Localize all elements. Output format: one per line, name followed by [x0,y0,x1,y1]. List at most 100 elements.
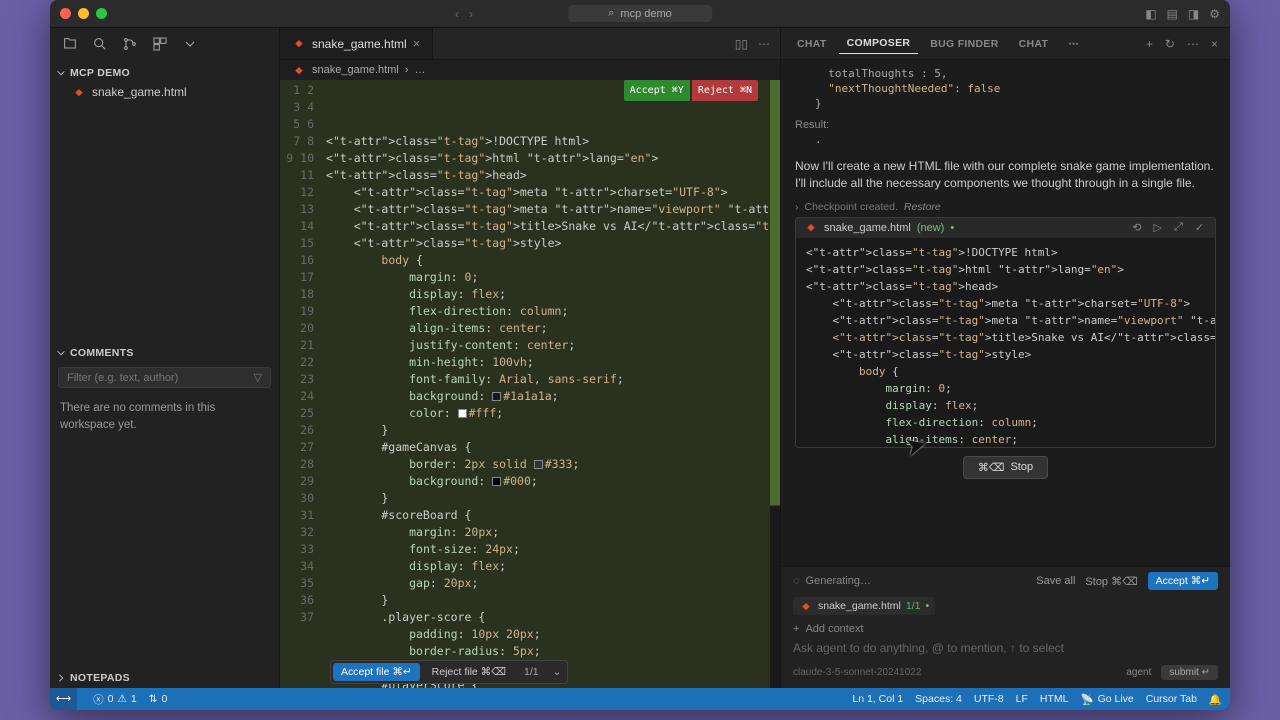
code-pane[interactable]: Accept ⌘Y Reject ⌘N <"t-attr">class="t-t… [326,80,770,688]
preview-apply-icon[interactable]: ✓ [1192,221,1207,234]
filter-placeholder: Filter (e.g. text, author) [67,372,178,384]
preview-expand-icon[interactable]: ⤢ [1171,221,1186,234]
preview-filename[interactable]: snake_game.html [824,222,911,234]
diff-accept-button[interactable]: Accept ⌘Y [624,80,690,101]
comments-header[interactable]: COMMENTS [50,343,279,363]
titlebar: ‹ › ⌕ mcp demo ◧ ▤ ◨ ⚙ [50,0,1230,28]
tab-bug-finder[interactable]: BUG FINDER [922,34,1006,54]
errors-item[interactable]: ⓧ0 ⚠1 [93,692,137,707]
checkpoint-label: Checkpoint created. [805,201,898,213]
diff-reject-button[interactable]: Reject ⌘N [692,80,758,101]
statusbar-right: Ln 1, Col 1 Spaces: 4 UTF-8 LF HTML 📡Go … [852,693,1222,706]
html-file-icon: ◆ [72,85,86,99]
editor-tab-actions: ▯▯ ⋯ [725,37,780,51]
restore-checkpoint-link[interactable]: Restore [904,201,941,213]
chevron-down-icon[interactable] [182,36,198,55]
settings-gear-icon[interactable]: ⚙ [1209,7,1220,21]
code-preview-body[interactable]: <"t-attr">class="t-tag">!DOCTYPE html> <… [795,238,1216,448]
nav-forward-icon[interactable]: › [469,7,473,21]
sidebar: MCP DEMO ◆ snake_game.html COMMENTS Filt… [50,28,280,688]
line-gutter: 1 2 3 4 5 6 7 8 9 10 11 12 13 14 15 16 1… [280,80,326,688]
accept-file-button[interactable]: Accept file ⌘↵ [333,663,420,681]
preview-action-icon[interactable]: ⟲ [1129,221,1144,234]
preview-action-icon[interactable]: ▷ [1151,221,1165,234]
layout-primary-icon[interactable]: ◧ [1145,7,1156,21]
assistant-message: Now I'll create a new HTML file with our… [795,158,1216,193]
more-actions-icon[interactable]: ⋯ [758,37,770,51]
window-controls [60,8,107,19]
command-center-search[interactable]: ⌕ mcp demo [568,5,712,22]
diff-actions: Accept ⌘Y Reject ⌘N [624,80,758,101]
minimap-scrollbar[interactable] [770,80,780,688]
submit-button[interactable]: submit ↵ [1161,665,1218,680]
save-all-link[interactable]: Save all [1036,575,1075,587]
minimize-window-button[interactable] [78,8,89,19]
chevron-right-icon: › [795,201,799,213]
editor-content[interactable]: 1 2 3 4 5 6 7 8 9 10 11 12 13 14 15 16 1… [280,80,780,688]
new-composer-icon[interactable]: + [1142,37,1157,51]
ports-item[interactable]: ⇅0 [149,693,168,705]
go-live-button[interactable]: 📡Go Live [1080,693,1133,706]
close-panel-icon[interactable]: × [1207,37,1222,51]
accept-button[interactable]: Accept ⌘↵ [1148,572,1218,590]
explorer-tree: ◆ snake_game.html [50,83,279,343]
composer-panel: CHAT COMPOSER BUG FINDER CHAT ⋯ + ↻ ⋯ × … [780,28,1230,688]
generating-row: ◌ Generating… Save all Stop ⌘⌫ Accept ⌘↵ [781,567,1230,595]
search-text: mcp demo [620,8,671,20]
layout-panel-icon[interactable]: ▤ [1167,7,1178,21]
agent-mode-toggle[interactable]: agent [1126,667,1151,678]
history-icon[interactable]: ↻ [1161,37,1179,51]
file-chip-name: snake_game.html [818,600,901,612]
extensions-icon[interactable] [152,36,168,55]
compose-input[interactable]: Ask agent to do anything, @ to mention, … [781,637,1230,661]
eol[interactable]: LF [1016,693,1028,705]
cursor-tab-button[interactable]: Cursor Tab [1146,693,1197,705]
html-file-icon: ◆ [804,221,818,235]
close-tab-icon[interactable]: × [413,36,421,51]
stop-row: ⌘⌫ Stop [795,448,1216,487]
editor-tab[interactable]: ◆ snake_game.html × [280,28,433,59]
reject-file-button[interactable]: Reject file ⌘⌫ [424,663,514,681]
source-control-icon[interactable] [122,36,138,55]
language-mode[interactable]: HTML [1040,693,1069,705]
search-icon[interactable] [92,36,108,55]
layout-secondary-icon[interactable]: ◨ [1188,7,1199,21]
previous-json-output: totalThoughts : 5, "nextThoughtNeeded": … [795,66,1216,111]
explorer-icon[interactable] [62,36,78,55]
maximize-window-button[interactable] [96,8,107,19]
stop-button[interactable]: ⌘⌫ Stop [963,456,1048,479]
encoding[interactable]: UTF-8 [974,693,1004,705]
split-editor-icon[interactable]: ▯▯ [735,37,748,51]
tab-chat[interactable]: CHAT [789,34,835,54]
nav-back-icon[interactable]: ‹ [455,7,459,21]
new-file-badge: (new) [917,222,945,234]
editor-tabs: ◆ snake_game.html × ▯▯ ⋯ [280,28,780,60]
file-item[interactable]: ◆ snake_game.html [68,83,279,101]
statusbar-left: ⟷ ⓧ0 ⚠1 ⇅0 [58,688,167,710]
statusbar: ⟷ ⓧ0 ⚠1 ⇅0 Ln 1, Col 1 Spaces: 4 UTF-8 L… [50,688,1230,710]
composer-footer: ◌ Generating… Save all Stop ⌘⌫ Accept ⌘↵… [781,566,1230,688]
chevron-down-icon [56,348,66,358]
tab-chat-2[interactable]: CHAT [1011,34,1057,54]
dot-indicator: • [926,600,930,612]
remote-indicator[interactable]: ⟷ [50,688,77,710]
notepads-header[interactable]: NOTEPADS [50,668,279,688]
cursor-position[interactable]: Ln 1, Col 1 [852,693,903,705]
more-tabs-icon[interactable]: ⋯ [1060,34,1087,54]
more-icon[interactable]: ⋯ [1183,37,1203,51]
inline-diff-toolbar: Accept file ⌘↵ Reject file ⌘⌫ 1/1 ⌄ [330,660,568,684]
explorer-header[interactable]: MCP DEMO [50,63,279,83]
chevron-down-icon[interactable]: ⌄ [549,666,566,678]
result-body: · [795,135,1216,150]
titlebar-actions: ◧ ▤ ◨ ⚙ [1145,7,1220,21]
add-context-row[interactable]: + Add context [781,621,1230,637]
tab-composer[interactable]: COMPOSER [839,33,919,54]
close-window-button[interactable] [60,8,71,19]
comments-filter-input[interactable]: Filter (e.g. text, author) ▽ [58,367,271,388]
notifications-icon[interactable]: 🔔 [1209,693,1222,706]
breadcrumb[interactable]: ◆ snake_game.html › … [280,60,780,80]
stop-link[interactable]: Stop ⌘⌫ [1085,575,1137,588]
model-name-label[interactable]: claude-3-5-sonnet-20241022 [793,667,921,678]
file-chip[interactable]: ◆ snake_game.html 1/1 • [793,597,935,615]
indentation[interactable]: Spaces: 4 [915,693,962,705]
